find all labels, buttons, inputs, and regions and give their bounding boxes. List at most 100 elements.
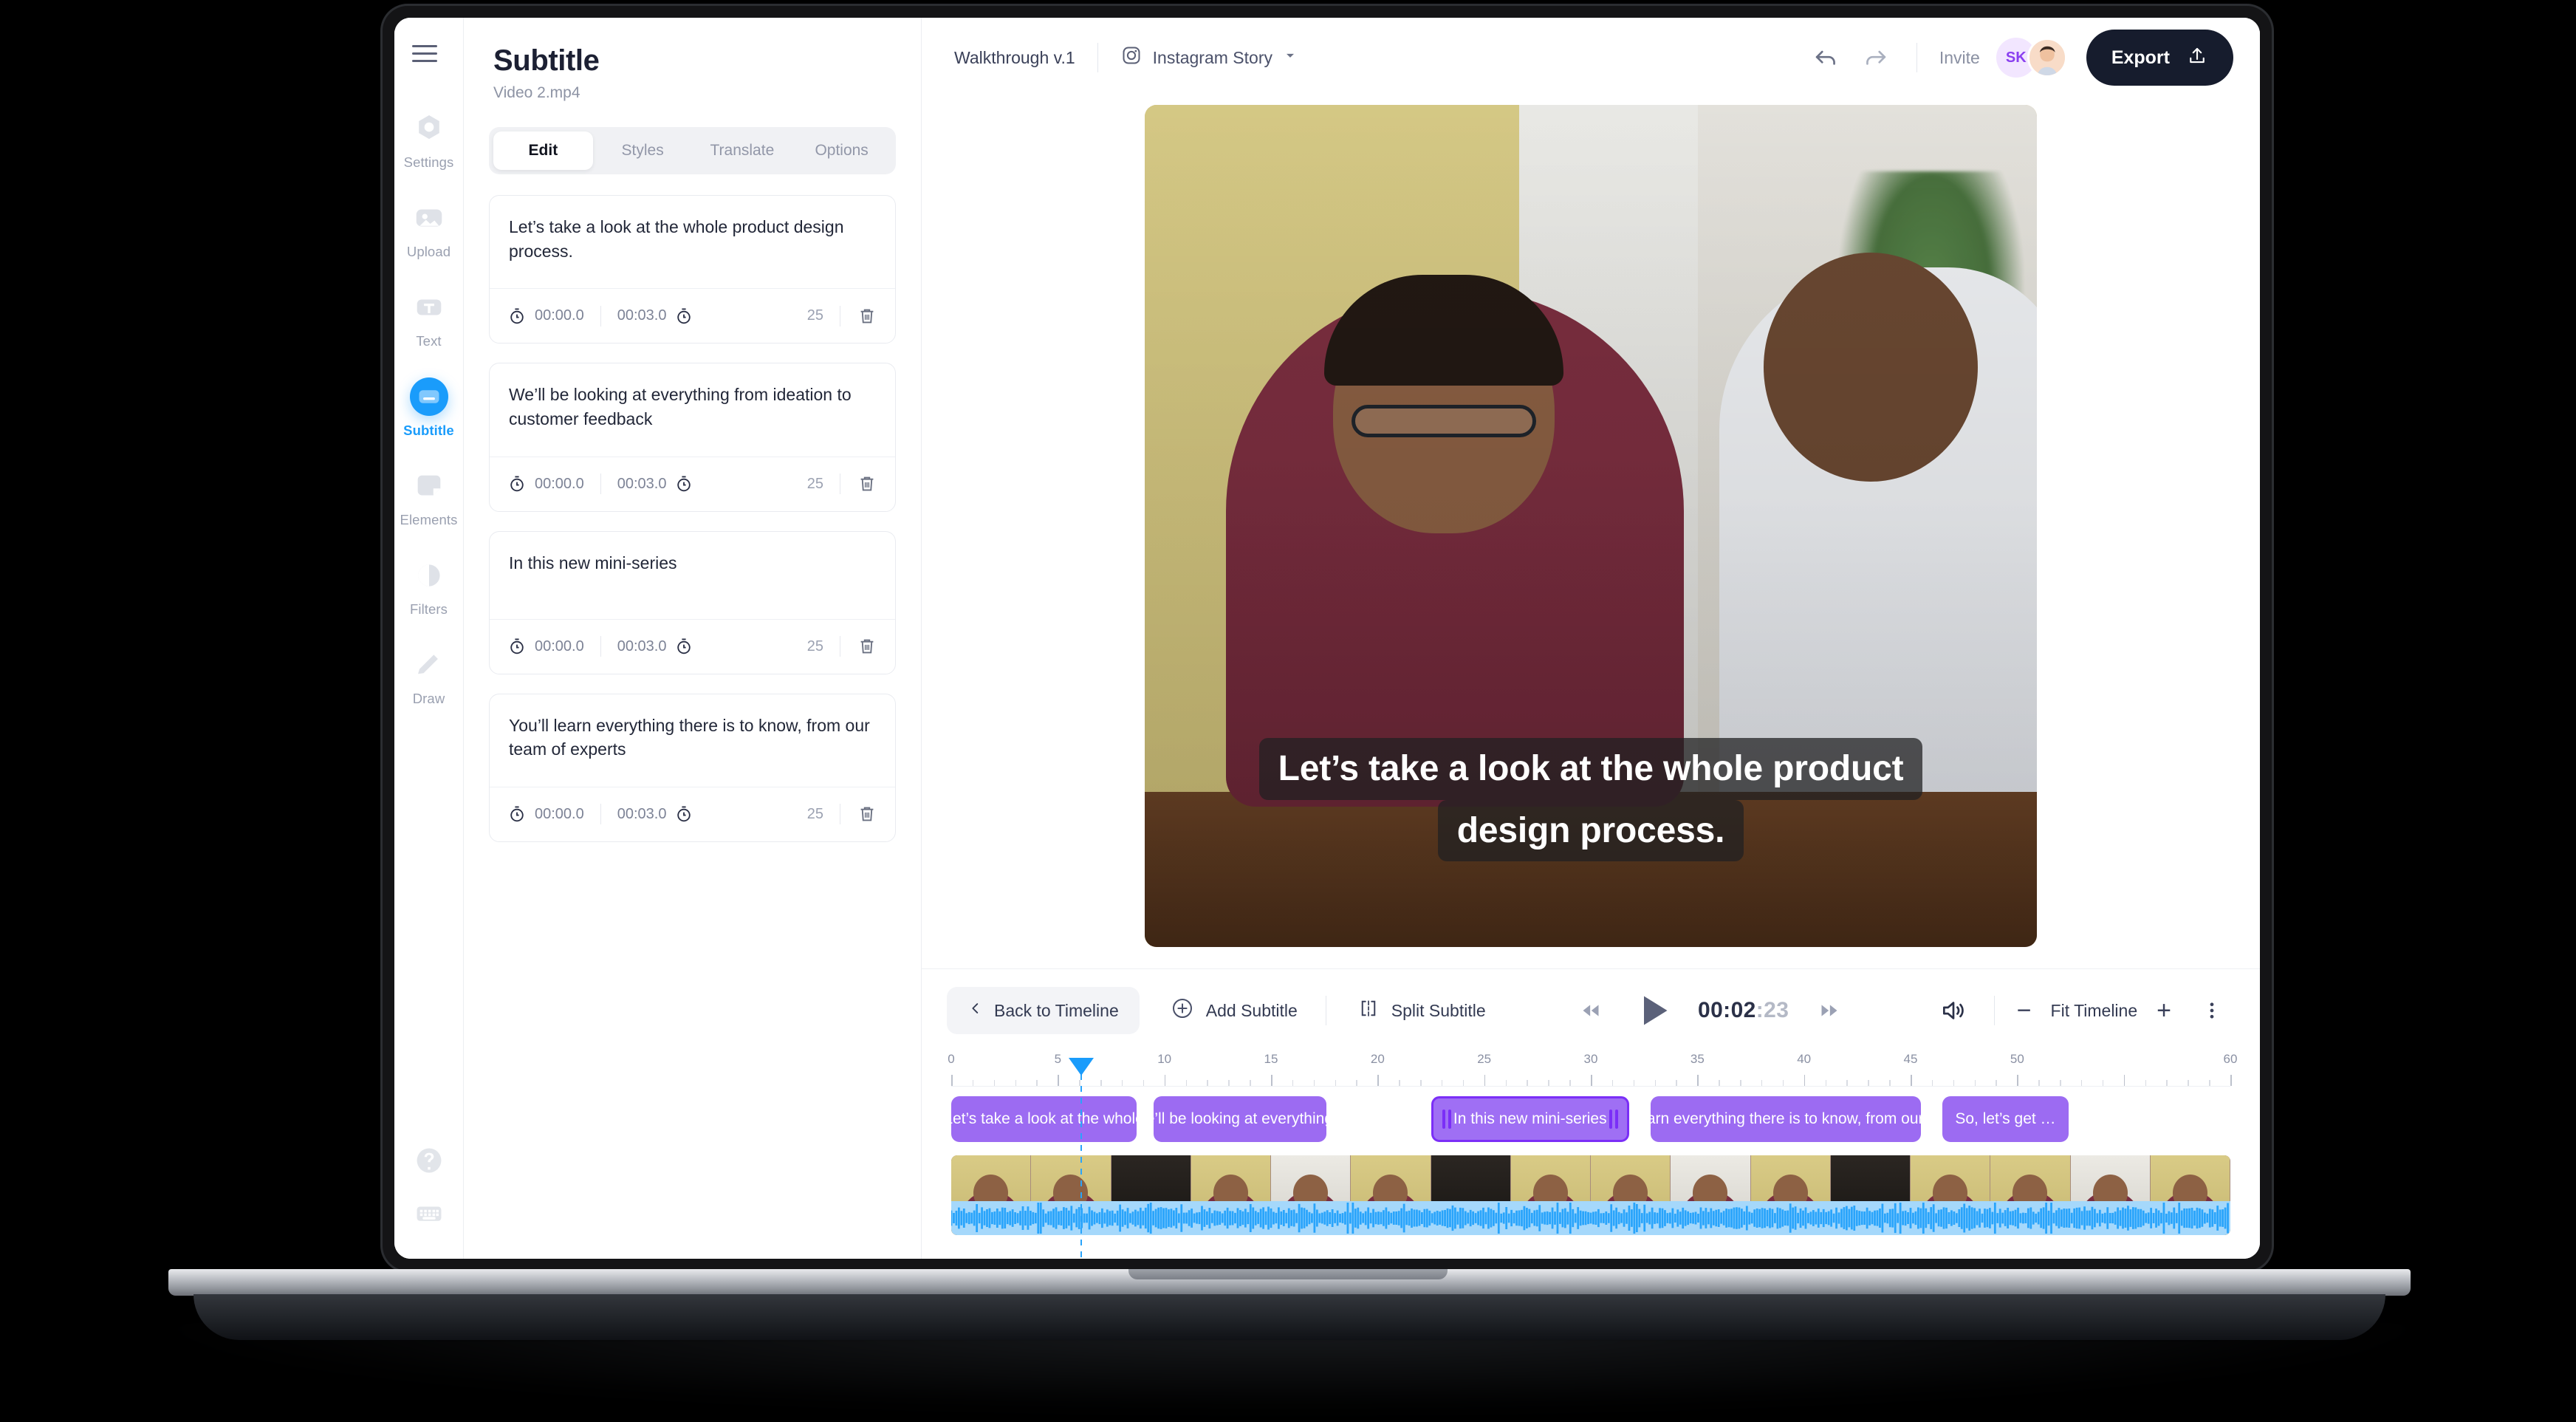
end-time[interactable]: 00:03.0 — [617, 307, 694, 326]
start-time[interactable]: 00:00.0 — [507, 637, 584, 656]
split-subtitle-button[interactable]: Split Subtitle — [1357, 997, 1486, 1024]
zoom-level-label[interactable]: Fit Timeline — [2051, 1001, 2138, 1021]
clip-resize-handle-right[interactable] — [1609, 1110, 1618, 1129]
keyboard-icon[interactable] — [414, 1198, 445, 1229]
hamburger-icon[interactable] — [411, 38, 446, 68]
start-time[interactable]: 00:00.0 — [507, 307, 584, 326]
plus-circle-icon — [1171, 997, 1194, 1025]
subtitle-text-input[interactable]: You’ll learn everything there is to know… — [490, 694, 895, 787]
clip-resize-handle-left[interactable] — [1442, 1110, 1451, 1129]
project-name[interactable]: Walkthrough v.1 — [954, 48, 1075, 68]
volume-icon[interactable] — [1935, 992, 1972, 1029]
tab-options[interactable]: Options — [792, 131, 891, 170]
subtitle-text-input[interactable]: In this new mini-series — [490, 532, 895, 619]
end-time[interactable]: 00:03.0 — [617, 637, 694, 656]
ruler-tick-major — [2230, 1075, 2232, 1086]
sidebar-item-filters[interactable]: Filters — [394, 546, 464, 622]
rewind-icon[interactable] — [1572, 992, 1609, 1029]
subtitle-clip[interactable]: So, let’s get … — [1942, 1096, 2069, 1142]
subtitle-card-list[interactable]: Let’s take a look at the whole product d… — [464, 174, 921, 1259]
sidebar-item-draw[interactable]: Draw — [394, 635, 464, 711]
tab-edit[interactable]: Edit — [493, 131, 593, 170]
video-preview[interactable]: Let’s take a look at the whole product d… — [1145, 105, 2037, 947]
ruler-tick-minor — [1676, 1080, 1677, 1086]
ruler-tick-minor — [1974, 1080, 1976, 1086]
subtitle-clip[interactable]: We’ll be looking at everything… — [1154, 1096, 1327, 1142]
delete-icon[interactable] — [857, 474, 877, 494]
subtitle-card[interactable]: You’ll learn everything there is to know… — [489, 693, 896, 842]
ruler-tick-minor — [1931, 1080, 1933, 1086]
sidebar-item-text[interactable]: Text — [394, 278, 464, 354]
subtitle-text-input[interactable]: Let’s take a look at the whole product d… — [490, 196, 895, 288]
subtitle-card[interactable]: Let’s take a look at the whole product d… — [489, 195, 896, 344]
ruler-tick-minor — [1143, 1080, 1145, 1086]
zoom-out-button[interactable]: − — [2017, 998, 2032, 1023]
ruler-tick-minor — [2080, 1080, 2083, 1086]
subtitle-clip[interactable]: You’ll learn everything there is to know… — [1650, 1096, 1922, 1142]
subtitle-clip-selected[interactable]: In this new mini-series — [1431, 1096, 1629, 1142]
subtitle-card[interactable]: We’ll be looking at everything from idea… — [489, 363, 896, 512]
subtitle-clip[interactable]: Let’s take a look at the whole — [951, 1096, 1137, 1142]
instagram-icon — [1120, 44, 1143, 71]
start-time[interactable]: 00:00.0 — [507, 804, 584, 824]
sidebar-item-subtitle[interactable]: Subtitle — [394, 367, 464, 443]
undo-icon[interactable] — [1807, 39, 1844, 76]
subtitle-text-input[interactable]: We’ll be looking at everything from idea… — [490, 363, 895, 456]
subtitle-clip-label: We’ll be looking at everything… — [1154, 1110, 1326, 1127]
avatar-photo[interactable] — [2027, 38, 2067, 78]
add-subtitle-button[interactable]: Add Subtitle — [1171, 997, 1298, 1025]
divider — [1993, 996, 1995, 1025]
delete-icon[interactable] — [857, 804, 877, 824]
end-time[interactable]: 00:03.0 — [617, 474, 694, 493]
tab-styles[interactable]: Styles — [593, 131, 693, 170]
ruler-tick-minor — [1207, 1080, 1208, 1086]
subtitle-icon — [409, 377, 448, 416]
subtitle-card[interactable]: In this new mini-series 00:00.0 00:03.0 … — [489, 530, 896, 674]
elements-icon — [410, 467, 448, 505]
ruler-tick-major — [951, 1075, 953, 1086]
sidebar-item-upload[interactable]: Upload — [394, 188, 464, 264]
fast-forward-icon[interactable] — [1811, 992, 1848, 1029]
playback-controls: 00:02:23 — [1572, 988, 1848, 1033]
timeline-ruler[interactable]: 0 5 10 15 20 25 30 35 40 45 50 60 — [948, 1052, 2237, 1259]
redo-icon[interactable] — [1857, 39, 1894, 76]
ruler-tick-minor — [1569, 1080, 1571, 1086]
current-time-frames: :23 — [1755, 998, 1789, 1022]
tab-translate[interactable]: Translate — [693, 131, 792, 170]
character-count: 25 — [806, 805, 823, 822]
sidebar-label: Settings — [403, 154, 454, 170]
play-icon[interactable] — [1631, 988, 1676, 1033]
character-count: 25 — [806, 307, 823, 324]
zoom-in-button[interactable]: + — [2157, 998, 2171, 1023]
ruler-tick-major — [1697, 1075, 1699, 1086]
caption-overlay[interactable]: Let’s take a look at the whole product d… — [1218, 738, 1964, 861]
filters-icon — [410, 556, 448, 595]
export-button[interactable]: Export — [2086, 30, 2233, 86]
end-time-value: 00:03.0 — [617, 475, 667, 492]
start-time[interactable]: 00:00.0 — [507, 474, 584, 493]
delete-icon[interactable] — [857, 306, 877, 327]
ruler-tick-minor — [1036, 1080, 1038, 1086]
subtitle-card-meta: 00:00.0 00:03.0 25 — [490, 786, 895, 841]
help-icon[interactable] — [414, 1145, 445, 1176]
subtitle-card-meta: 00:00.0 00:03.0 25 — [490, 456, 895, 511]
format-selector[interactable]: Instagram Story — [1120, 44, 1298, 71]
media-track[interactable] — [951, 1155, 2230, 1235]
divider — [600, 474, 601, 495]
caption-line-2: design process. — [1437, 799, 1744, 861]
ruler-label: 35 — [1690, 1052, 1705, 1066]
end-time[interactable]: 00:03.0 — [617, 804, 694, 824]
back-to-timeline-button[interactable]: Back to Timeline — [947, 987, 1140, 1034]
subtitle-card-meta: 00:00.0 00:03.0 25 — [490, 618, 895, 674]
subtitle-track[interactable]: Let’s take a look at the whole We’ll be l… — [951, 1096, 2230, 1142]
playhead[interactable] — [1069, 1058, 1095, 1076]
stopwatch-icon — [507, 474, 527, 493]
delete-icon[interactable] — [857, 636, 877, 657]
invite-button[interactable]: Invite — [1939, 48, 1980, 68]
ruler-label: 45 — [1903, 1052, 1918, 1066]
sidebar-item-elements[interactable]: Elements — [394, 457, 464, 533]
playhead-line — [1080, 1074, 1083, 1259]
back-to-timeline-label: Back to Timeline — [994, 1000, 1119, 1020]
sidebar-item-settings[interactable]: Settings — [394, 99, 464, 175]
more-vertical-icon[interactable] — [2193, 992, 2230, 1029]
